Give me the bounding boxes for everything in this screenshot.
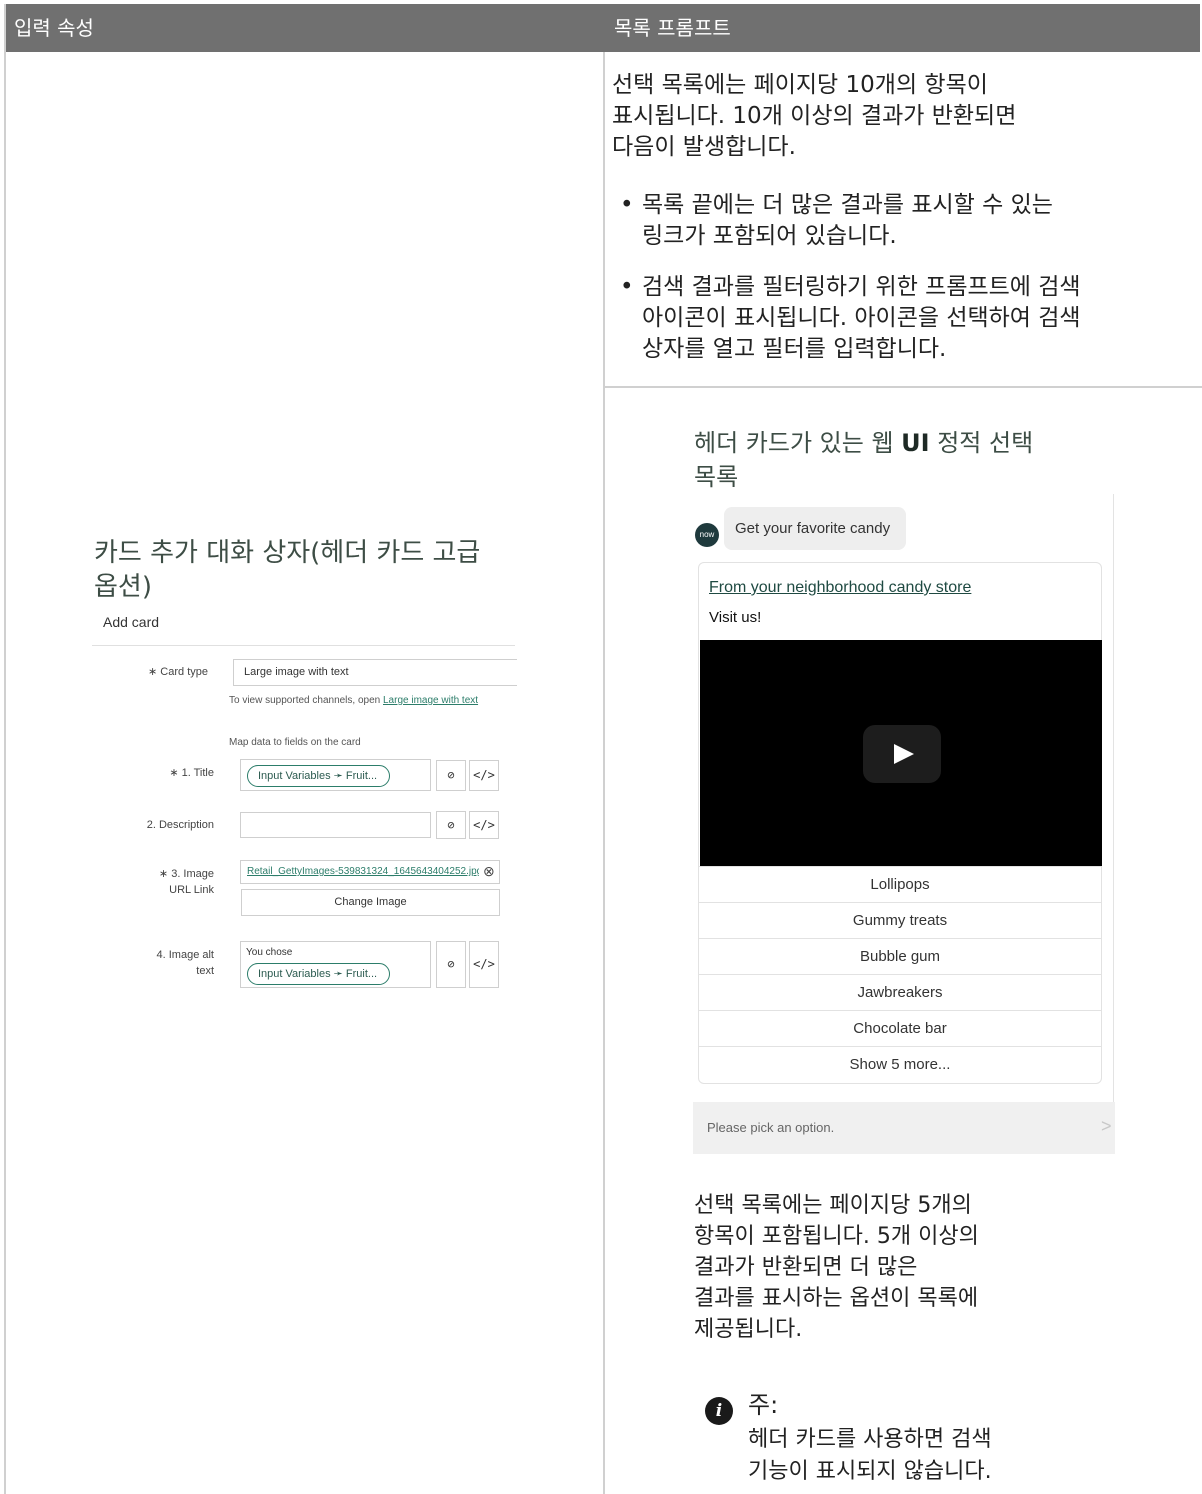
description-field[interactable]	[240, 812, 431, 838]
title-code-icon[interactable]: </>	[469, 760, 499, 791]
image-alt-label-line: text	[196, 965, 214, 977]
table-border-left	[4, 4, 6, 1494]
preview-caption-line: 헤더 카드가 있는 웹 UI 정적 선택	[694, 426, 1033, 460]
play-button[interactable]	[863, 725, 941, 783]
title-field[interactable]: Input Variables ➛ Fruit...	[240, 759, 431, 791]
paragraph-line: 제공됩니다.	[694, 1317, 803, 1342]
info-icon-glyph: i	[715, 1401, 723, 1421]
avatar-text: now	[699, 530, 715, 539]
bullet-line: 링크가 포함되어 있습니다.	[642, 223, 897, 249]
table-border-middle	[603, 52, 605, 1494]
change-image-label: Change Image	[334, 896, 407, 908]
paragraph-line: 결과를 표시하는 옵션이 목록에	[694, 1286, 979, 1311]
view-supported-prefix: To view supported channels, open	[229, 695, 383, 706]
bullet-text: 목록 끝에는 더 많은 결과를 표시할 수 있는 링크가 포함되어 있습니다.	[642, 190, 1053, 252]
bullet-text: 검색 결과를 필터링하기 위한 프롬프트에 검색 아이콘이 표시됩니다. 아이콘…	[642, 272, 1081, 365]
image-alt-field[interactable]: You chose Input Variables ➛ Fruit...	[240, 941, 431, 988]
caption-line: 카드 추가 대화 상자(헤더 카드 고급	[94, 538, 481, 568]
row-divider	[605, 386, 1202, 388]
intro-line: 다음이 발생합니다.	[612, 134, 796, 160]
image-url-label-line: URL Link	[169, 884, 214, 896]
paragraph-line: 선택 목록에는 페이지당 5개의	[694, 1193, 972, 1218]
caption-bold: UI	[901, 429, 930, 457]
intro-line: 선택 목록에는 페이지당 10개의 항목이	[612, 72, 988, 98]
option-item[interactable]: Bubble gum	[698, 938, 1102, 974]
view-supported-text: To view supported channels, open Large i…	[229, 695, 478, 706]
card-link[interactable]: From your neighborhood candy store	[709, 579, 971, 597]
note-line: 기능이 표시되지 않습니다.	[748, 1459, 992, 1484]
intro-paragraph: 선택 목록에는 페이지당 10개의 항목이 표시됩니다. 10개 이상의 결과가…	[612, 70, 1016, 163]
send-icon[interactable]: >	[1101, 1116, 1112, 1137]
intro-line: 표시됩니다. 10개 이상의 결과가 반환되면	[612, 103, 1017, 129]
image-alt-variable-pill[interactable]: Input Variables ➛ Fruit...	[247, 963, 390, 985]
description-pick-icon[interactable]: ⊘	[436, 811, 466, 839]
play-icon	[894, 744, 914, 764]
caption-line: 옵션)	[94, 572, 152, 602]
bullet-line: 상자를 열고 필터를 입력합니다.	[642, 336, 947, 362]
image-alt-label-line: 4. Image alt	[156, 949, 214, 961]
change-image-button[interactable]: Change Image	[241, 889, 500, 916]
five-items-paragraph: 선택 목록에는 페이지당 5개의 항목이 포함됩니다. 5개 이상의 결과가 반…	[694, 1190, 979, 1345]
info-icon: i	[705, 1397, 733, 1425]
chat-input-bar[interactable]: Please pick an option. >	[693, 1102, 1115, 1154]
image-alt-label: 4. Image alt text	[110, 947, 214, 979]
clear-icon[interactable]: ⊗	[483, 863, 495, 880]
caption-prefix: 헤더 카드가 있는 웹	[694, 429, 902, 457]
note-line: 헤더 카드를 사용하면 검색	[748, 1427, 992, 1452]
card-subtitle: Visit us!	[709, 609, 762, 626]
image-url-field[interactable]: Retail_GettyImages-539831324_16456434042…	[240, 860, 500, 884]
paragraph-line: 결과가 반환되면 더 많은	[694, 1255, 918, 1280]
bullet-dot: •	[620, 192, 634, 218]
card-type-select[interactable]: Large image with text	[233, 659, 517, 686]
image-alt-pick-icon[interactable]: ⊘	[436, 941, 466, 988]
paragraph-line: 항목이 포함됩니다. 5개 이상의	[694, 1224, 979, 1249]
description-code-icon[interactable]: </>	[469, 811, 499, 839]
view-supported-link[interactable]: Large image with text	[383, 695, 478, 706]
bullet-line: 아이콘이 표시됩니다. 아이콘을 선택하여 검색	[642, 305, 1081, 331]
bullet-dot: •	[620, 274, 634, 300]
image-alt-code-icon[interactable]: </>	[469, 941, 499, 988]
option-item[interactable]: Gummy treats	[698, 902, 1102, 938]
show-more-option[interactable]: Show 5 more...	[698, 1046, 1102, 1082]
note-title: 주:	[748, 1391, 779, 1419]
card-type-value: Large image with text	[244, 666, 349, 678]
dialog-title: Add card	[103, 614, 160, 630]
dialog-divider	[92, 645, 515, 646]
image-url-value[interactable]: Retail_GettyImages-539831324_16456434042…	[247, 866, 479, 877]
option-item[interactable]: Lollipops	[698, 866, 1102, 902]
bot-avatar: now	[695, 523, 719, 547]
card-type-label: ∗ Card type	[148, 666, 208, 678]
image-url-label: ∗ 3. Image URL Link	[110, 866, 214, 898]
image-url-label-line: ∗ 3. Image	[158, 868, 214, 880]
bot-message-bubble: Get your favorite candy	[724, 507, 906, 550]
header-list-prompt: 목록 프롬프트	[604, 4, 1200, 52]
bot-message-text: Get your favorite candy	[735, 520, 891, 537]
bullet-line: 검색 결과를 필터링하기 위한 프롬프트에 검색	[642, 274, 1081, 300]
title-label: ∗ 1. Title	[169, 767, 214, 779]
option-item[interactable]: Jawbreakers	[698, 974, 1102, 1010]
description-label: 2. Description	[146, 819, 214, 831]
add-card-caption: 카드 추가 대화 상자(헤더 카드 고급 옵션)	[94, 536, 480, 604]
note-text: 헤더 카드를 사용하면 검색 기능이 표시되지 않습니다.	[748, 1424, 992, 1488]
header-input-attributes: 입력 속성	[4, 4, 604, 52]
preview-caption: 헤더 카드가 있는 웹 UI 정적 선택 목록	[694, 426, 1033, 494]
option-item[interactable]: Chocolate bar	[698, 1010, 1102, 1046]
chat-input-placeholder: Please pick an option.	[707, 1120, 835, 1135]
title-variable-pill[interactable]: Input Variables ➛ Fruit...	[247, 765, 390, 787]
caption-suffix: 정적 선택	[929, 429, 1034, 457]
title-pick-icon[interactable]: ⊘	[436, 760, 466, 791]
bullet-line: 목록 끝에는 더 많은 결과를 표시할 수 있는	[642, 192, 1053, 218]
map-data-text: Map data to fields on the card	[229, 737, 361, 748]
preview-caption-line: 목록	[694, 463, 739, 491]
video-player[interactable]	[700, 640, 1102, 867]
image-alt-text: You chose	[246, 947, 293, 958]
